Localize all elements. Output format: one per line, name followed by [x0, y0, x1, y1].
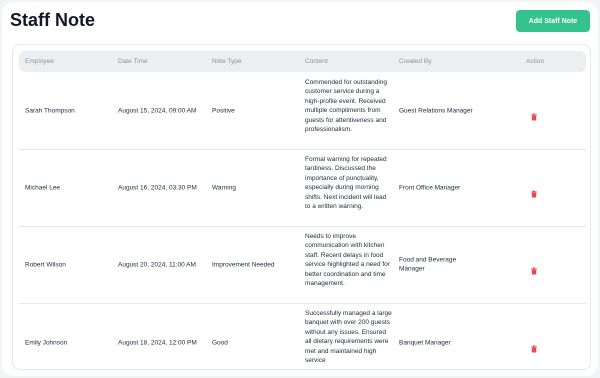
column-header-note-type: Note Type	[212, 58, 242, 65]
table-row: Michael Lee August 16, 2024, 03:30 PM Wa…	[19, 150, 586, 227]
note-date-time: August 15, 2024, 09:00 AM	[118, 107, 197, 115]
column-header-created-by: Created By	[399, 58, 432, 65]
trash-icon[interactable]	[531, 185, 537, 198]
note-content: Formal warning for repeated tardiness. D…	[305, 156, 387, 211]
note-content: Successfully managed a large banquet wit…	[305, 310, 392, 365]
note-date-time: August 20, 2024, 11:00 AM	[118, 261, 196, 269]
column-header-action: Action	[526, 58, 545, 65]
trash-icon[interactable]	[531, 108, 537, 121]
employee-name: Sarah Thompson	[25, 107, 75, 115]
note-created-by: Front Office Manager	[399, 184, 461, 192]
note-content: Needs to improve communication with kitc…	[305, 233, 390, 288]
add-staff-note-button[interactable]: Add Staff Note	[516, 10, 590, 32]
column-header-content: Content	[305, 58, 328, 65]
table-header: Employee Date Time Note Type Content Cre…	[19, 51, 586, 72]
note-date-time: August 18, 2024, 12:00 PM	[118, 338, 197, 346]
column-header-date-time: Date Time	[118, 58, 148, 65]
staff-note-table: Employee Date Time Note Type Content Cre…	[12, 44, 591, 370]
note-type: Warning	[212, 184, 236, 192]
note-type: Improvement Needed	[212, 261, 275, 269]
employee-name: Emily Johnson	[25, 338, 68, 346]
table-row: Robert Wilson August 20, 2024, 11:00 AM …	[19, 227, 586, 304]
note-created-by: Banquet Manager	[399, 338, 451, 346]
page-header: Staff Note Add Staff Note	[2, 2, 598, 42]
employee-name: Michael Lee	[25, 184, 61, 192]
note-type: Positive	[212, 107, 235, 115]
table-row: Emily Johnson August 18, 2024, 12:00 PM …	[19, 304, 586, 369]
column-header-employee: Employee	[25, 58, 54, 65]
page-title: Staff Note	[10, 10, 95, 30]
staff-note-page: Staff Note Add Staff Note Employee Date …	[2, 2, 598, 376]
note-created-by: Food and Beverage Manager	[399, 256, 457, 273]
note-content: Commended for outstanding customer servi…	[305, 79, 388, 134]
table-row: Sarah Thompson August 15, 2024, 09:00 AM…	[19, 73, 586, 150]
employee-name: Robert Wilson	[25, 261, 66, 269]
trash-icon[interactable]	[531, 339, 537, 352]
note-date-time: August 16, 2024, 03:30 PM	[118, 184, 197, 192]
note-created-by: Guest Relations Manager	[399, 107, 473, 115]
trash-icon[interactable]	[531, 262, 537, 275]
note-type: Good	[212, 338, 228, 346]
